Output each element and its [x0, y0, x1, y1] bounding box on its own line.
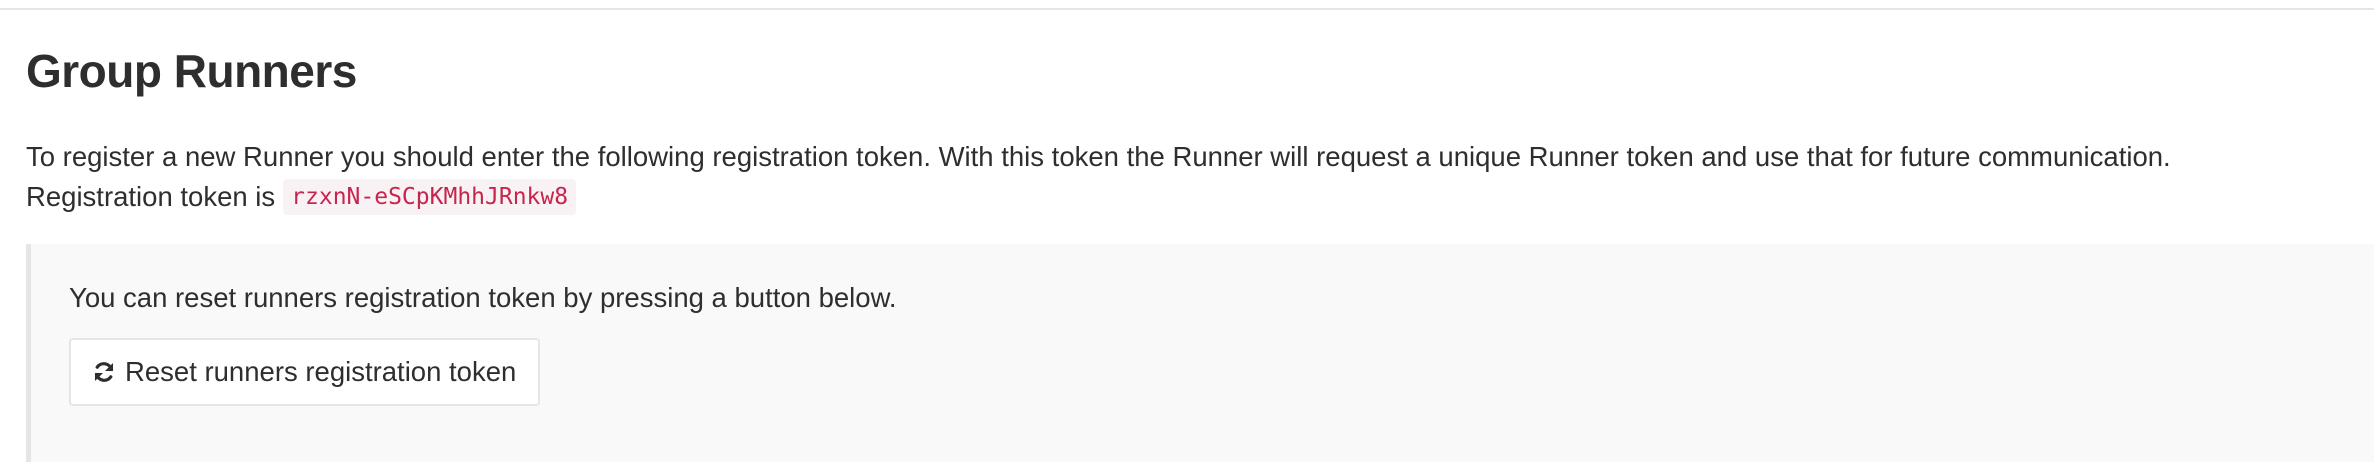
page-title: Group Runners [26, 45, 357, 97]
reset-token-panel: You can reset runners registration token… [26, 244, 2374, 462]
registration-token-value: rzxnN-eSCpKMhhJRnkw8 [283, 179, 577, 215]
registration-instructions: To register a new Runner you should ente… [26, 141, 2171, 172]
reset-runners-token-button[interactable]: Reset runners registration token [69, 338, 541, 406]
registration-token-row: Registration token is rzxnN-eSCpKMhhJRnk… [26, 177, 577, 217]
registration-token-label: Registration token is [26, 181, 276, 212]
refresh-icon [91, 359, 117, 385]
top-divider [0, 0, 2374, 10]
reset-button-label: Reset runners registration token [125, 356, 517, 387]
reset-token-description: You can reset runners registration token… [69, 282, 897, 313]
